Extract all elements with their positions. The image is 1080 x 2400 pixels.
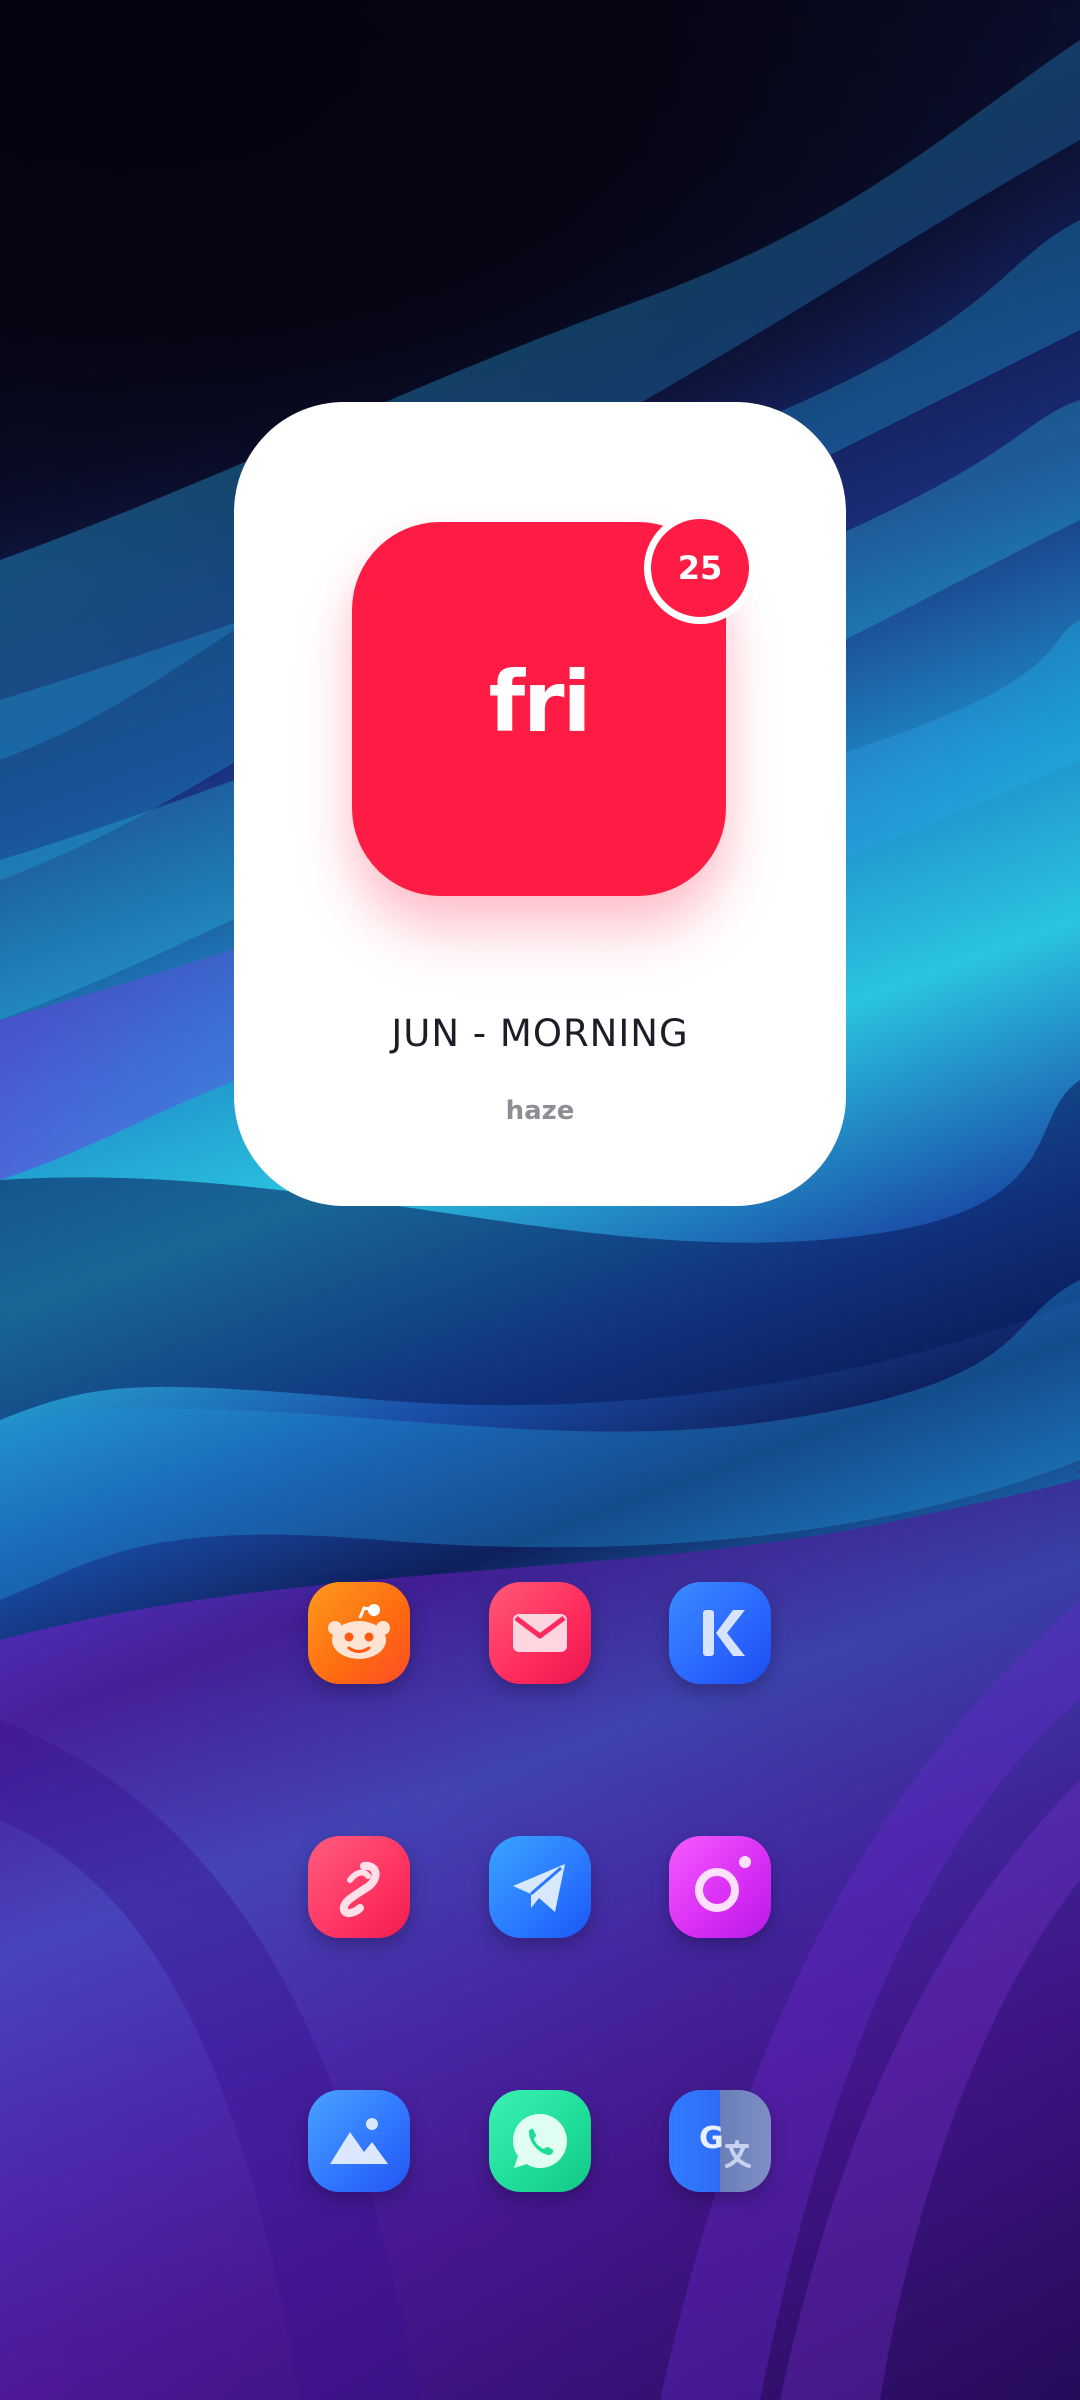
camera-icon (695, 1856, 751, 1912)
date-widget[interactable]: fri 25 JUN - MORNING haze (234, 402, 846, 1206)
day-number-badge: 25 (644, 512, 756, 624)
reddit-icon (328, 1604, 390, 1659)
telegram-app-icon[interactable] (489, 1836, 591, 1938)
mail-icon (513, 1614, 567, 1652)
gmail-app-icon[interactable] (489, 1582, 591, 1684)
whatsapp-app-icon[interactable] (489, 2090, 591, 2192)
home-screen: fri 25 JUN - MORNING haze G (0, 0, 1080, 2400)
google-translate-app-icon[interactable]: G (669, 2090, 771, 2192)
kwgt-app-icon[interactable] (669, 1582, 771, 1684)
telegram-icon (513, 1864, 565, 1912)
svg-text:G: G (699, 2121, 724, 2156)
camera-app-icon[interactable] (669, 1836, 771, 1938)
whatsapp-icon (513, 2114, 567, 2168)
gallery-app-icon[interactable] (308, 2090, 410, 2192)
kwgt-icon (703, 1610, 745, 1656)
brand-label: haze (505, 1096, 575, 1126)
translate-icon: G (699, 2121, 751, 2168)
airtel-icon (339, 1861, 380, 1918)
month-period-label: JUN - MORNING (391, 1012, 689, 1055)
gallery-icon (330, 2118, 388, 2164)
airtel-app-icon[interactable] (308, 1836, 410, 1938)
reddit-app-icon[interactable] (308, 1582, 410, 1684)
